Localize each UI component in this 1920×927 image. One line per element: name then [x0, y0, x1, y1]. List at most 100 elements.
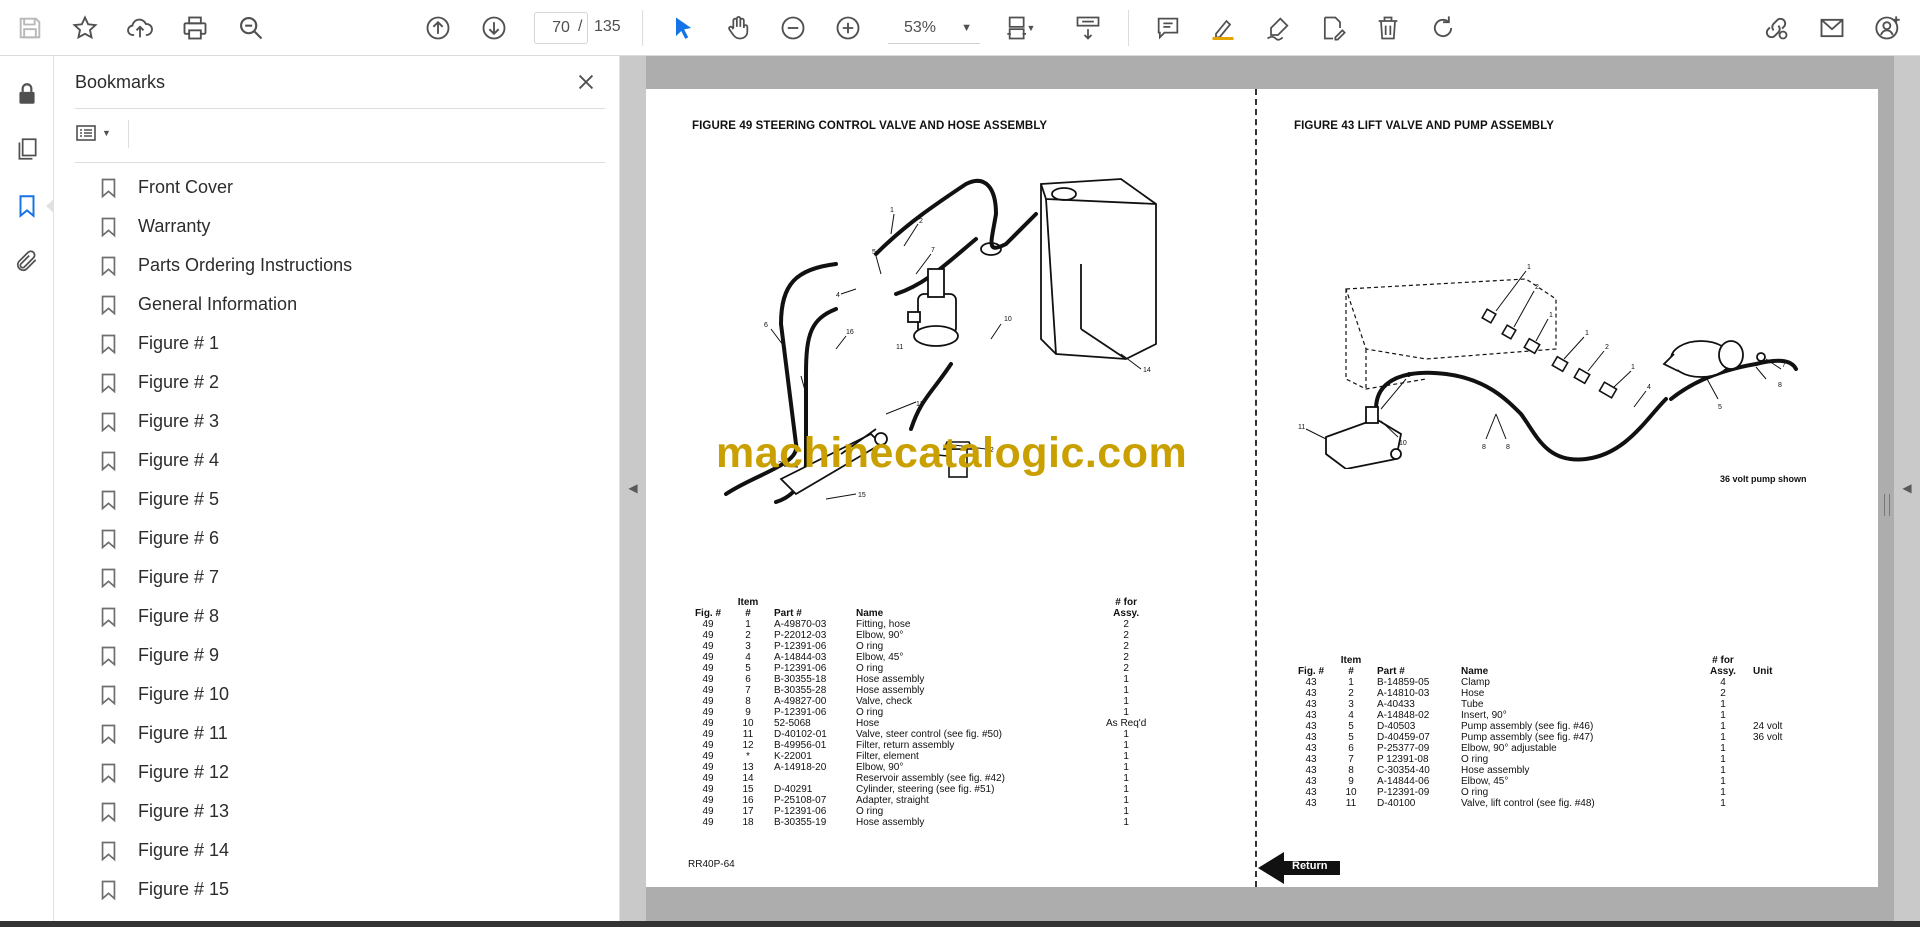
cell-fig: 49	[702, 663, 714, 674]
bookmark-icon	[100, 371, 120, 395]
cell-part: C-30354-40	[1377, 765, 1430, 776]
rotate-icon[interactable]	[1425, 10, 1461, 46]
attachment-icon[interactable]	[9, 243, 45, 279]
delete-trash-icon[interactable]	[1370, 10, 1406, 46]
left-collapse-bar[interactable]: ◀	[620, 56, 646, 921]
select-cursor-icon[interactable]	[665, 10, 701, 46]
cell-name: Valve, steer control (see fig. #50)	[856, 729, 1002, 740]
bookmark-options-button[interactable]: ▼	[74, 118, 120, 148]
cell-unit	[1747, 787, 1797, 798]
cell-name: Pump assembly (see fig. #47)	[1461, 732, 1594, 743]
cell-name: Elbow, 45°	[1461, 776, 1509, 787]
cell-fig: 49	[702, 696, 714, 707]
cell-unit	[1747, 765, 1797, 776]
svg-text:1: 1	[1631, 364, 1635, 371]
cell-qty: 1	[1720, 776, 1726, 787]
right-collapse-bar[interactable]: ◀	[1894, 56, 1920, 921]
return-button[interactable]: Return	[1258, 852, 1340, 884]
header-fig: Fig. #	[1297, 666, 1325, 677]
zoom-in-icon[interactable]	[830, 10, 866, 46]
page-thumbnails-icon[interactable]	[9, 131, 45, 167]
table-row: 43 11 D-40100 Valve, lift control (see fig.…	[1291, 798, 1797, 809]
bookmark-item[interactable]: Front Cover	[94, 168, 600, 207]
collapse-left-icon[interactable]: ◀	[627, 480, 639, 496]
collapse-right-icon[interactable]: ◀	[1901, 480, 1913, 496]
draw-sign-icon[interactable]	[1260, 10, 1296, 46]
chevron-down-icon[interactable]: ▼	[1024, 10, 1038, 46]
table-row: 49 12 B-49956-01 Filter, return assembly 1	[688, 740, 1152, 751]
scroll-mode-icon[interactable]	[1070, 10, 1106, 46]
bookmarks-icon[interactable]	[9, 188, 45, 224]
bookmark-item[interactable]: Figure # 1	[94, 324, 600, 363]
bookmark-item[interactable]: Figure # 8	[94, 597, 600, 636]
lock-icon[interactable]	[9, 76, 45, 112]
close-icon[interactable]	[572, 68, 600, 96]
svg-text:1: 1	[1585, 330, 1589, 337]
upload-cloud-icon[interactable]	[122, 10, 158, 46]
previous-page-icon[interactable]	[420, 10, 456, 46]
svg-text:11: 11	[1298, 424, 1305, 431]
cell-fig: 49	[702, 718, 714, 729]
svg-text:1: 1	[890, 207, 894, 214]
bookmark-item[interactable]: General Information	[94, 285, 600, 324]
cell-name: Elbow, 90° adjustable	[1461, 743, 1557, 754]
bookmark-icon	[100, 254, 120, 278]
cell-qty: 1	[1123, 806, 1129, 817]
page-code: RR40P-64	[688, 859, 735, 870]
zoom-level-select[interactable]: 53% ▼	[888, 12, 980, 44]
cell-item: 13	[742, 762, 754, 773]
next-page-icon[interactable]	[476, 10, 512, 46]
bookmark-item[interactable]: Figure # 9	[94, 636, 600, 675]
bookmark-item[interactable]: Figure # 4	[94, 441, 600, 480]
edit-pdf-icon[interactable]	[1315, 10, 1351, 46]
add-user-icon[interactable]	[1870, 10, 1906, 46]
bookmark-item[interactable]: Figure # 7	[94, 558, 600, 597]
bookmark-icon	[100, 761, 120, 785]
share-link-icon[interactable]	[1758, 10, 1794, 46]
bookmark-item[interactable]: Figure # 11	[94, 714, 600, 753]
cell-name: Filter, element	[856, 751, 919, 762]
table-row: 43 2 A-14810-03 Hose 2	[1291, 688, 1797, 699]
bookmark-item[interactable]: Figure # 14	[94, 831, 600, 870]
email-icon[interactable]	[1814, 10, 1850, 46]
bookmark-item[interactable]: Figure # 12	[94, 753, 600, 792]
cell-part: 52-5068	[774, 718, 811, 729]
cell-qty: 1	[1123, 784, 1129, 795]
find-zoom-icon[interactable]	[233, 10, 269, 46]
watermark-text: machinecatalogic.com	[716, 429, 1188, 477]
bookmark-item[interactable]: Parts Ordering Instructions	[94, 246, 600, 285]
resize-handle[interactable]	[1884, 494, 1890, 516]
cell-fig: 43	[1305, 721, 1317, 732]
hand-tool-icon[interactable]	[720, 10, 756, 46]
cell-item: 6	[745, 674, 751, 685]
bookmark-item[interactable]: Figure # 13	[94, 792, 600, 831]
star-icon[interactable]	[67, 10, 103, 46]
save-icon[interactable]	[12, 10, 48, 46]
cell-unit	[1747, 688, 1797, 699]
highlight-pen-icon[interactable]	[1205, 10, 1241, 46]
table-row: 49 7 B-30355-28 Hose assembly 1	[688, 685, 1152, 696]
print-icon[interactable]	[177, 10, 213, 46]
bookmark-item[interactable]: Figure # 2	[94, 363, 600, 402]
bookmark-label: Figure # 4	[138, 450, 220, 470]
cell-name: Cylinder, steering (see fig. #51)	[856, 784, 995, 795]
bookmark-item[interactable]: Figure # 15	[94, 870, 600, 909]
bookmark-item[interactable]: Figure # 6	[94, 519, 600, 558]
table-row: 49 8 A-49827-00 Valve, check 1	[688, 696, 1152, 707]
bookmark-item[interactable]: Warranty	[94, 207, 600, 246]
cell-unit: 24 volt	[1753, 721, 1783, 732]
lift-pump-drawing: 1 2 1 1 2 1 4 5 7 8 9 10 11 8 8	[1298, 264, 1798, 469]
bookmark-item[interactable]: Figure # 3	[94, 402, 600, 441]
bookmark-item[interactable]: Figure # 5	[94, 480, 600, 519]
cell-name: O ring	[856, 663, 884, 674]
cell-part: B-49956-01	[774, 740, 827, 751]
header-fig: Fig. #	[694, 608, 722, 619]
bookmark-item[interactable]: Figure # 10	[94, 675, 600, 714]
cell-part: A-14918-20	[774, 762, 827, 773]
comment-icon[interactable]	[1150, 10, 1186, 46]
cell-part: B-14859-05	[1377, 677, 1430, 688]
cell-fig: 43	[1305, 754, 1317, 765]
cell-part: D-40291	[774, 784, 813, 795]
zoom-out-icon[interactable]	[775, 10, 811, 46]
bookmark-label: Figure # 12	[138, 762, 230, 782]
